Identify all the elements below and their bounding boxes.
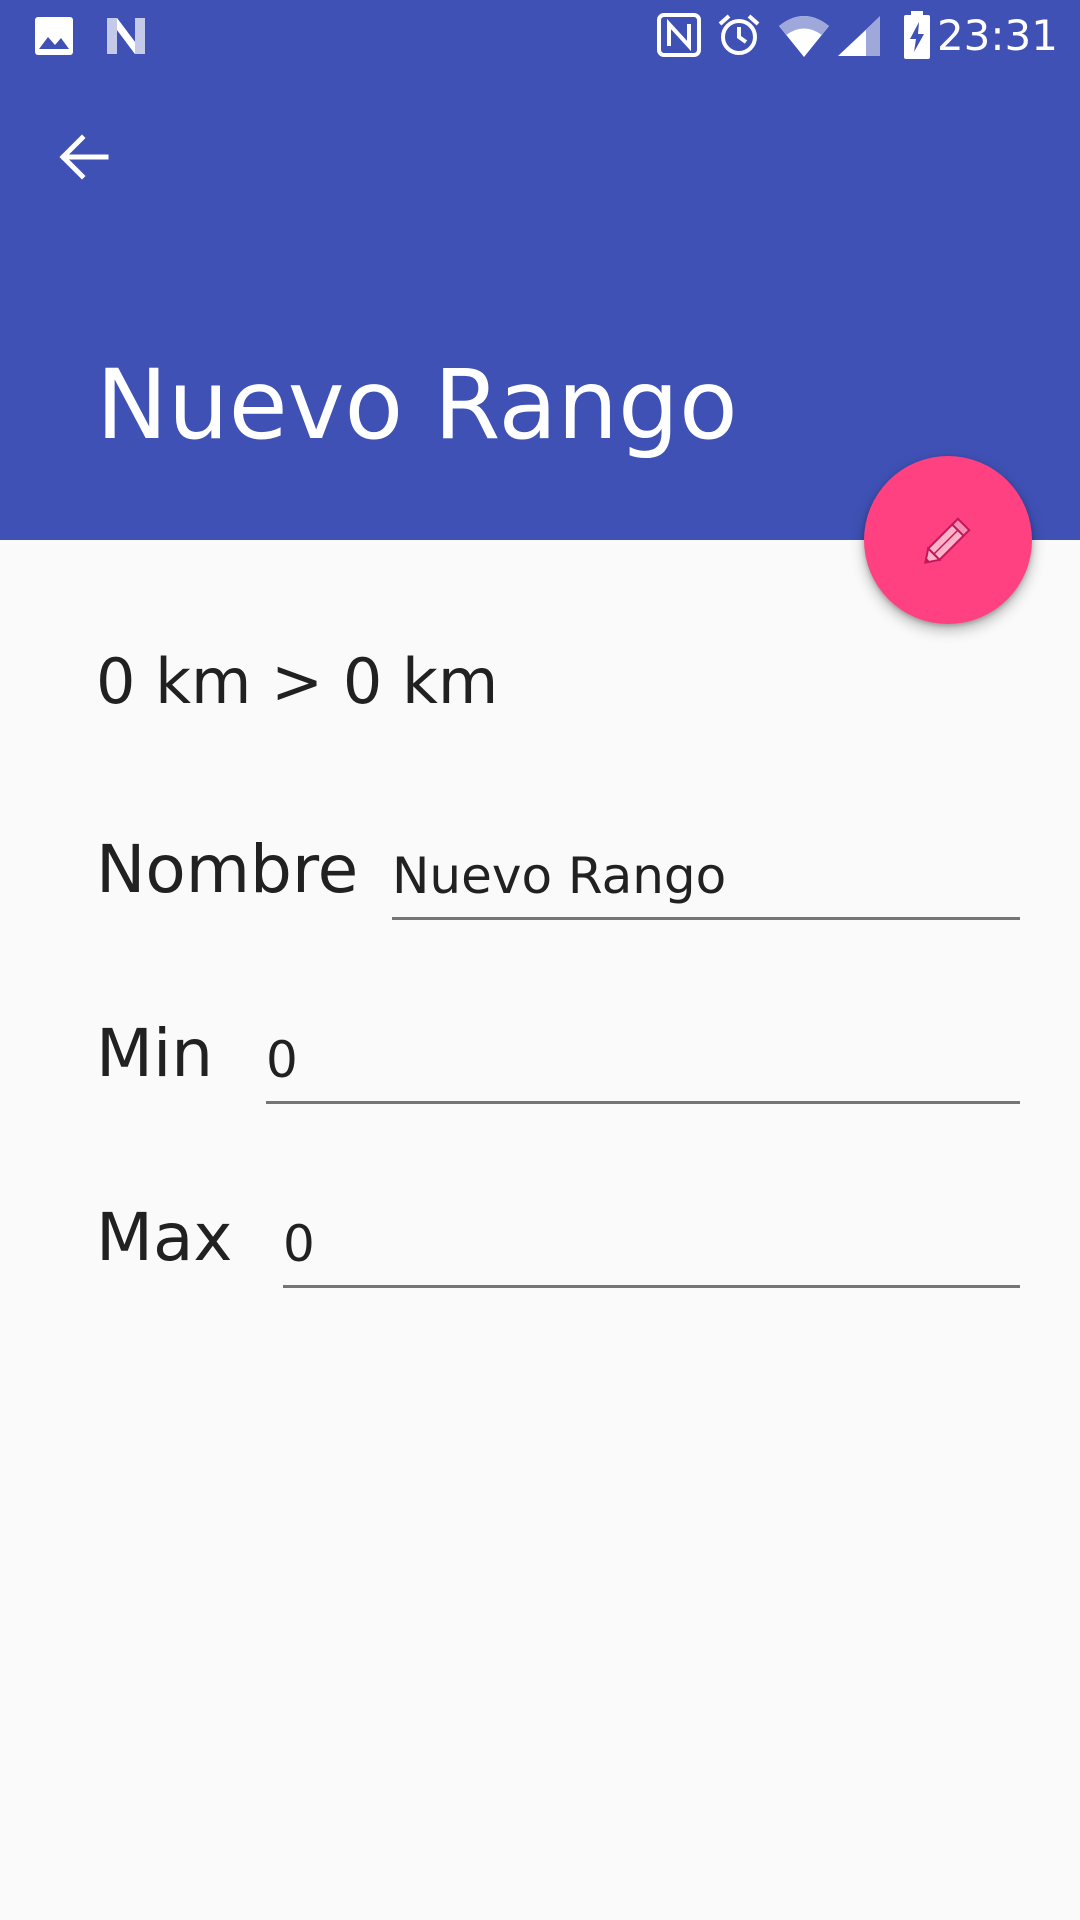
pencil-icon xyxy=(924,517,971,564)
signal-icon xyxy=(838,16,880,56)
wifi-icon xyxy=(779,16,829,57)
alarm-icon xyxy=(718,14,760,55)
n-app-icon xyxy=(107,18,145,54)
max-label: Max xyxy=(96,1199,233,1276)
nombre-input[interactable] xyxy=(392,842,1020,920)
range-summary: 0 km > 0 km xyxy=(96,645,499,718)
max-input[interactable] xyxy=(283,1210,1020,1288)
nombre-label: Nombre xyxy=(96,831,359,908)
page-title: Nuevo Rango xyxy=(96,349,738,461)
back-button[interactable] xyxy=(42,115,126,199)
battery-charging-icon xyxy=(904,11,930,59)
min-input[interactable] xyxy=(266,1026,1020,1104)
min-label: Min xyxy=(96,1015,214,1092)
nfc-icon xyxy=(657,13,701,57)
gallery-icon xyxy=(35,17,73,55)
status-time: 23:31 xyxy=(936,11,1058,60)
status-bar: 23:31 xyxy=(0,0,1080,75)
app-bar: 23:31 Nuevo Rango xyxy=(0,0,1080,540)
arrow-back-icon xyxy=(59,134,109,180)
edit-fab-button[interactable] xyxy=(864,456,1032,624)
